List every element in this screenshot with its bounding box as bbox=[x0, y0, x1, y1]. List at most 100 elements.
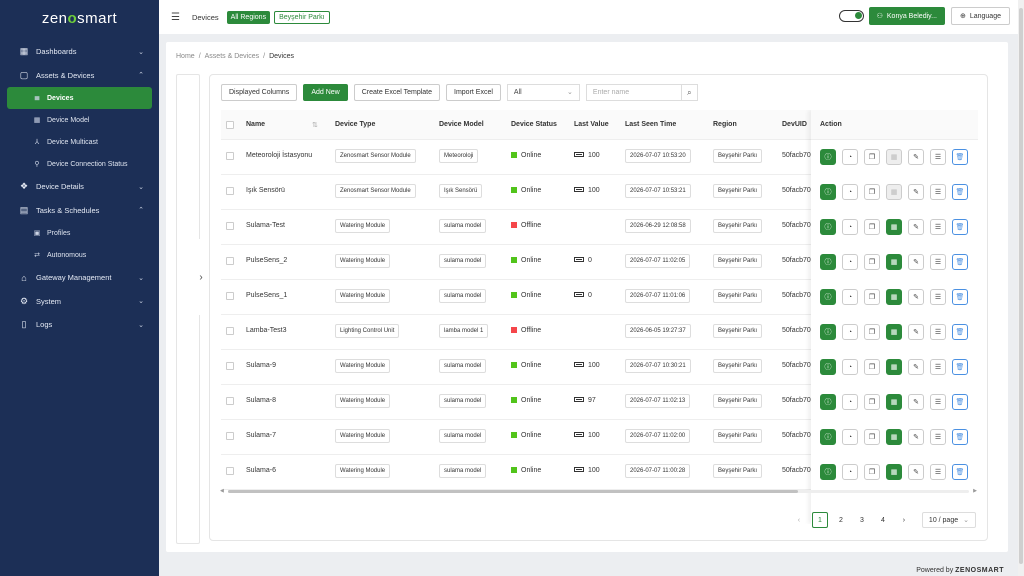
search-input[interactable]: Enter name ⌕ bbox=[585, 84, 698, 101]
select-all-checkbox[interactable] bbox=[226, 121, 234, 129]
sidebar-item-device-details[interactable]: ❖ Device Details ⌄ bbox=[0, 175, 159, 199]
list-icon[interactable]: ☰ bbox=[930, 359, 946, 375]
language-button[interactable]: ⊕ Language bbox=[950, 7, 1010, 25]
sidebar-item-tasks-schedules[interactable]: ▤ Tasks & Schedules ⌃ bbox=[0, 199, 159, 223]
list-icon[interactable]: ☰ bbox=[930, 184, 946, 200]
breadcrumb-section[interactable]: Assets & Devices bbox=[205, 53, 259, 60]
delete-icon[interactable]: 🗑 bbox=[952, 394, 968, 410]
copy-icon[interactable]: ❐ bbox=[864, 289, 880, 305]
vertical-scroll-thumb[interactable] bbox=[1019, 8, 1023, 564]
page-2-button[interactable]: 2 bbox=[833, 512, 849, 528]
wrench-icon[interactable]: ✎ bbox=[908, 429, 924, 445]
row-checkbox[interactable] bbox=[226, 187, 234, 195]
copy-icon[interactable]: ❐ bbox=[864, 184, 880, 200]
page-size-select[interactable]: 10 / page ⌄ bbox=[921, 512, 976, 528]
wrench-icon[interactable]: ✎ bbox=[908, 359, 924, 375]
wrench-icon[interactable]: ✎ bbox=[908, 289, 924, 305]
scroll-right-icon[interactable]: ▶ bbox=[973, 488, 977, 494]
row-checkbox[interactable] bbox=[226, 257, 234, 265]
page-4-button[interactable]: 4 bbox=[875, 512, 891, 528]
chevron-right-icon[interactable]: › bbox=[194, 239, 208, 315]
row-checkbox[interactable] bbox=[226, 362, 234, 370]
col-name[interactable]: Name bbox=[246, 121, 265, 128]
info-icon[interactable]: ⓘ bbox=[820, 359, 836, 375]
wrench-icon[interactable]: ✎ bbox=[908, 254, 924, 270]
copy-icon[interactable]: ❐ bbox=[864, 219, 880, 235]
sidebar-item-device-model[interactable]: ▦ Device Model bbox=[0, 109, 159, 131]
calendar-action-icon[interactable]: ▦ bbox=[886, 464, 902, 480]
info-icon[interactable]: ⓘ bbox=[820, 289, 836, 305]
dashboard-gauge-icon[interactable]: ◔ bbox=[842, 289, 858, 305]
delete-icon[interactable]: 🗑 bbox=[952, 149, 968, 165]
chip-region[interactable]: Beyşehir Parkı bbox=[274, 10, 330, 24]
sidebar-item-assets-devices[interactable]: ▢ Assets & Devices ⌃ bbox=[0, 64, 159, 88]
delete-icon[interactable]: 🗑 bbox=[952, 464, 968, 480]
calendar-action-icon[interactable]: ▦ bbox=[886, 149, 902, 165]
vertical-scrollbar[interactable] bbox=[1018, 0, 1024, 576]
import-excel-button[interactable]: Import Excel bbox=[446, 84, 501, 101]
calendar-action-icon[interactable]: ▦ bbox=[886, 289, 902, 305]
dashboard-gauge-icon[interactable]: ◔ bbox=[842, 429, 858, 445]
list-icon[interactable]: ☰ bbox=[930, 464, 946, 480]
dashboard-gauge-icon[interactable]: ◔ bbox=[842, 184, 858, 200]
sidebar-item-logs[interactable]: ▯ Logs ⌄ bbox=[0, 313, 159, 337]
list-icon[interactable]: ☰ bbox=[930, 429, 946, 445]
page-3-button[interactable]: 3 bbox=[854, 512, 870, 528]
next-page-icon[interactable]: › bbox=[896, 512, 912, 528]
calendar-action-icon[interactable]: ▦ bbox=[886, 184, 902, 200]
dashboard-gauge-icon[interactable]: ◔ bbox=[842, 219, 858, 235]
wrench-icon[interactable]: ✎ bbox=[908, 219, 924, 235]
row-checkbox[interactable] bbox=[226, 432, 234, 440]
menu-toggle-icon[interactable]: ☰ bbox=[171, 12, 180, 23]
info-icon[interactable]: ⓘ bbox=[820, 149, 836, 165]
scroll-thumb[interactable] bbox=[228, 490, 798, 493]
info-icon[interactable]: ⓘ bbox=[820, 184, 836, 200]
info-icon[interactable]: ⓘ bbox=[820, 219, 836, 235]
wrench-icon[interactable]: ✎ bbox=[908, 324, 924, 340]
list-icon[interactable]: ☰ bbox=[930, 149, 946, 165]
sidebar-item-profiles[interactable]: ▣ Profiles bbox=[0, 222, 159, 244]
dashboard-gauge-icon[interactable]: ◔ bbox=[842, 359, 858, 375]
dashboard-gauge-icon[interactable]: ◔ bbox=[842, 464, 858, 480]
wrench-icon[interactable]: ✎ bbox=[908, 464, 924, 480]
info-icon[interactable]: ⓘ bbox=[820, 429, 836, 445]
prev-page-icon[interactable]: ‹ bbox=[791, 512, 807, 528]
add-new-button[interactable]: Add New bbox=[303, 84, 348, 101]
delete-icon[interactable]: 🗑 bbox=[952, 429, 968, 445]
delete-icon[interactable]: 🗑 bbox=[952, 324, 968, 340]
calendar-action-icon[interactable]: ▦ bbox=[886, 394, 902, 410]
info-icon[interactable]: ⓘ bbox=[820, 254, 836, 270]
delete-icon[interactable]: 🗑 bbox=[952, 219, 968, 235]
calendar-action-icon[interactable]: ▦ bbox=[886, 324, 902, 340]
wrench-icon[interactable]: ✎ bbox=[908, 394, 924, 410]
row-checkbox[interactable] bbox=[226, 152, 234, 160]
dashboard-gauge-icon[interactable]: ◔ bbox=[842, 394, 858, 410]
search-icon[interactable]: ⌕ bbox=[680, 85, 697, 100]
row-checkbox[interactable] bbox=[226, 467, 234, 475]
dashboard-gauge-icon[interactable]: ◔ bbox=[842, 254, 858, 270]
delete-icon[interactable]: 🗑 bbox=[952, 254, 968, 270]
copy-icon[interactable]: ❐ bbox=[864, 464, 880, 480]
create-excel-template-button[interactable]: Create Excel Template bbox=[353, 84, 441, 101]
dashboard-gauge-icon[interactable]: ◔ bbox=[842, 149, 858, 165]
scroll-left-icon[interactable]: ◀ bbox=[220, 488, 224, 494]
row-checkbox[interactable] bbox=[226, 292, 234, 300]
delete-icon[interactable]: 🗑 bbox=[952, 184, 968, 200]
user-button[interactable]: ⚇ Konya Belediy... bbox=[868, 7, 945, 25]
sidebar-item-gateway-management[interactable]: ⌂ Gateway Management ⌄ bbox=[0, 266, 159, 290]
list-icon[interactable]: ☰ bbox=[930, 289, 946, 305]
row-checkbox[interactable] bbox=[226, 222, 234, 230]
breadcrumb-home[interactable]: Home bbox=[176, 53, 195, 60]
copy-icon[interactable]: ❐ bbox=[864, 359, 880, 375]
copy-icon[interactable]: ❐ bbox=[864, 254, 880, 270]
info-icon[interactable]: ⓘ bbox=[820, 394, 836, 410]
copy-icon[interactable]: ❐ bbox=[864, 324, 880, 340]
calendar-action-icon[interactable]: ▦ bbox=[886, 359, 902, 375]
displayed-columns-button[interactable]: Displayed Columns bbox=[221, 84, 298, 101]
filter-select[interactable]: All ⌄ bbox=[506, 84, 580, 101]
wrench-icon[interactable]: ✎ bbox=[908, 184, 924, 200]
row-checkbox[interactable] bbox=[226, 327, 234, 335]
dashboard-gauge-icon[interactable]: ◔ bbox=[842, 324, 858, 340]
sidebar-item-devices[interactable]: ≣ Devices bbox=[7, 87, 152, 109]
calendar-action-icon[interactable]: ▦ bbox=[886, 429, 902, 445]
